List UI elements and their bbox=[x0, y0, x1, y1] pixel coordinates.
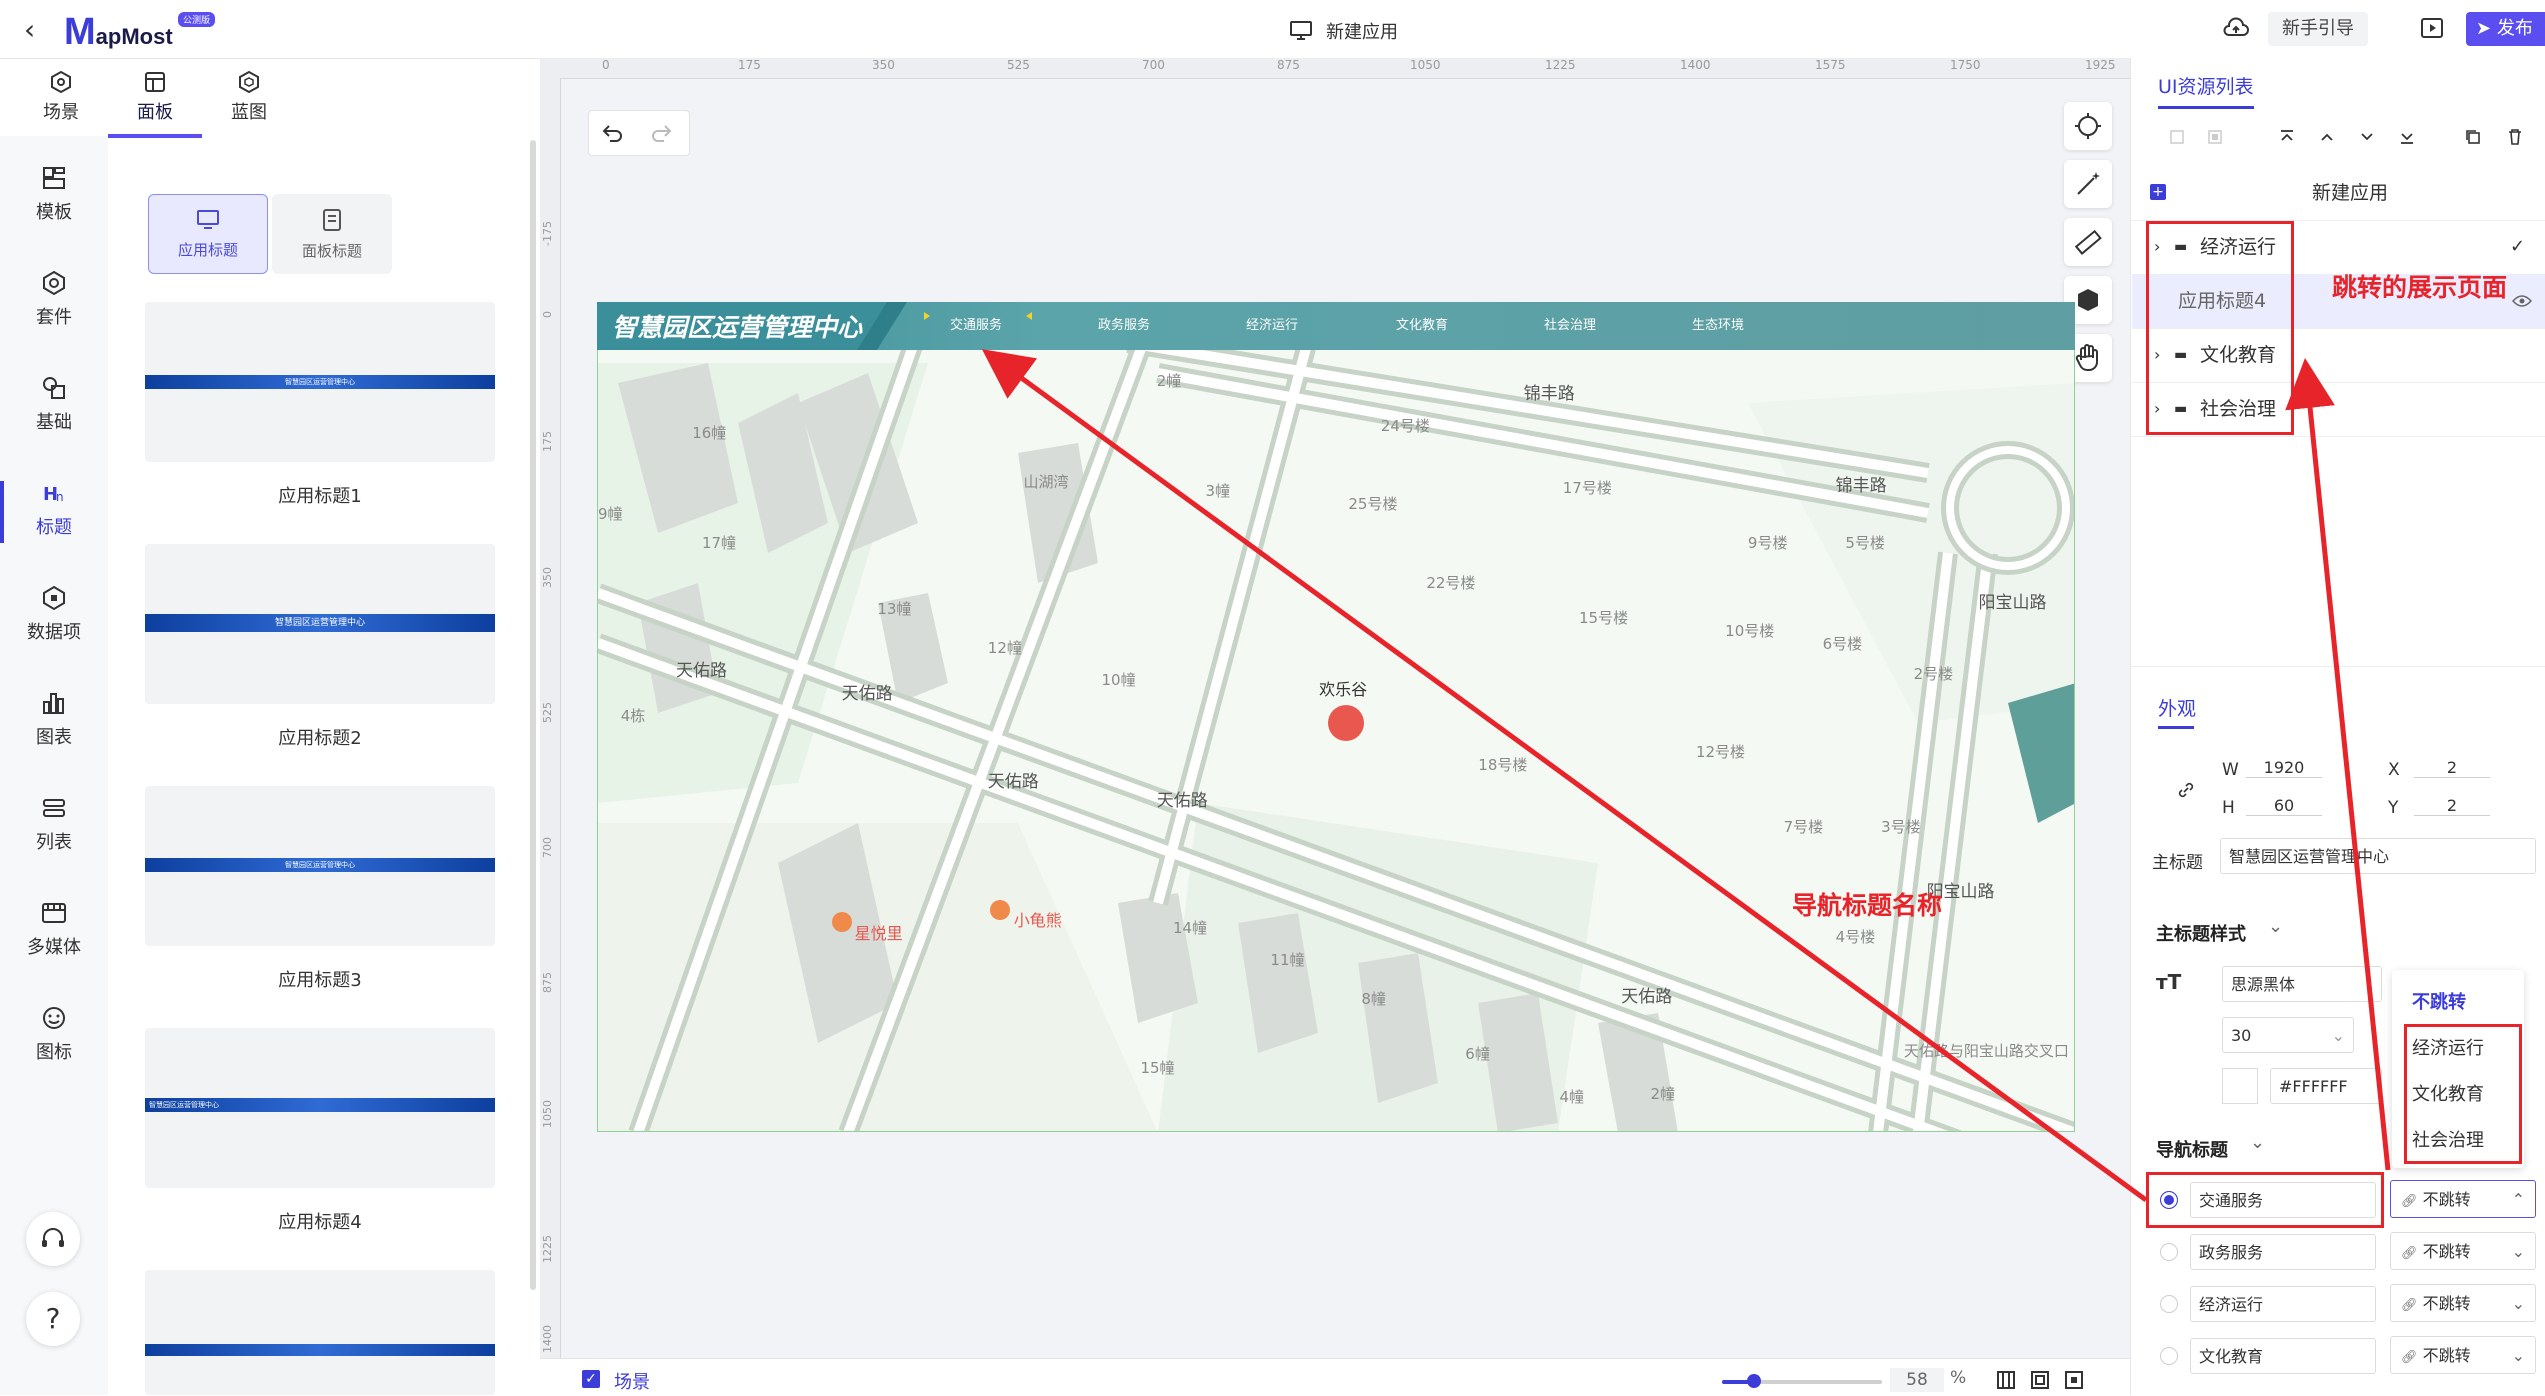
annotation-arrows bbox=[981, 349, 2391, 1203]
